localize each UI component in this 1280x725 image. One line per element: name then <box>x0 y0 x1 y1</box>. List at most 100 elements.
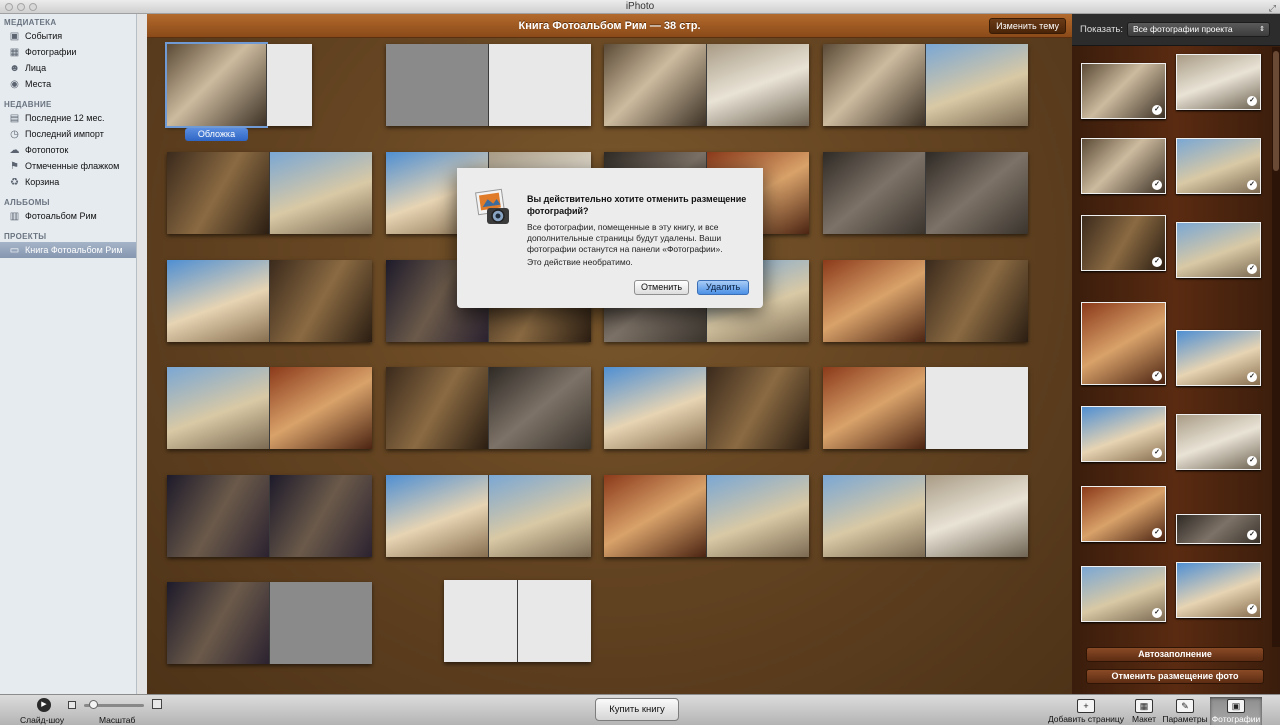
photo-thumbnail[interactable]: ✓ <box>1081 215 1166 271</box>
page-thumbnail[interactable] <box>269 582 372 664</box>
book-spread-back-cover[interactable] <box>444 580 591 662</box>
book-spread[interactable] <box>823 475 1028 557</box>
photo-thumbnail[interactable]: ✓ <box>1176 562 1261 618</box>
book-spread[interactable] <box>604 44 809 126</box>
sidebar-item-album-rome[interactable]: ▥ Фотоальбом Рим <box>0 208 136 224</box>
photo-thumbnail[interactable]: ✓ <box>1176 54 1261 110</box>
book-spread[interactable] <box>167 582 372 664</box>
fullscreen-icon[interactable]: ⤢ <box>1269 1 1276 15</box>
sidebar-item-places[interactable]: ◉ Места <box>0 76 136 92</box>
zoom-out-icon[interactable] <box>68 701 76 709</box>
photo-thumbnail[interactable]: ✓ <box>1176 514 1261 544</box>
options-button[interactable]: ✎ Параметры <box>1162 697 1208 725</box>
photos-panel-scrollbar[interactable] <box>1272 47 1280 647</box>
page-thumbnail[interactable] <box>925 152 1028 234</box>
book-spread[interactable] <box>386 475 591 557</box>
book-spread[interactable] <box>167 475 372 557</box>
page-thumbnail[interactable] <box>823 260 925 342</box>
photo-thumbnail[interactable]: ✓ <box>1176 222 1261 278</box>
page-thumbnail[interactable] <box>269 152 372 234</box>
photo-thumbnail[interactable]: ✓ <box>1081 486 1166 542</box>
page-thumbnail[interactable] <box>386 475 488 557</box>
page-thumbnail[interactable] <box>823 152 925 234</box>
buy-book-button[interactable]: Купить книгу <box>595 698 679 721</box>
page-thumbnail[interactable] <box>925 260 1028 342</box>
sidebar-item-photostream[interactable]: ☁ Фотопоток <box>0 142 136 158</box>
photo-thumbnail[interactable]: ✓ <box>1081 566 1166 622</box>
sidebar-splitter[interactable] <box>137 14 147 694</box>
page-thumbnail[interactable] <box>925 367 1028 449</box>
photo-thumbnail[interactable]: ✓ <box>1176 138 1261 194</box>
page-thumbnail[interactable] <box>167 260 269 342</box>
show-filter-select[interactable]: Все фотографии проекта ⇕ <box>1127 22 1270 37</box>
book-spread[interactable] <box>604 475 809 557</box>
cancel-button[interactable]: Отменить <box>634 280 689 295</box>
page-thumbnail[interactable] <box>925 475 1028 557</box>
sidebar-item-events[interactable]: ▣ События <box>0 28 136 44</box>
page-thumbnail[interactable] <box>266 44 312 126</box>
page-thumbnail[interactable] <box>167 152 269 234</box>
zoom-in-icon[interactable] <box>152 699 162 709</box>
book-spread[interactable] <box>386 44 591 126</box>
page-thumbnail[interactable] <box>925 44 1028 126</box>
sidebar-item-trash[interactable]: ♻ Корзина <box>0 174 136 190</box>
page-thumbnail[interactable] <box>386 367 488 449</box>
book-spread[interactable] <box>823 367 1028 449</box>
page-thumbnail[interactable] <box>823 44 925 126</box>
page-thumbnail[interactable] <box>604 44 706 126</box>
photo-thumbnail[interactable]: ✓ <box>1081 63 1166 119</box>
page-thumbnail[interactable] <box>604 475 706 557</box>
page-thumbnail[interactable] <box>269 475 372 557</box>
sidebar-item-book-rome[interactable]: ▭ Книга Фотоальбом Рим <box>0 242 136 258</box>
book-spread[interactable] <box>167 152 372 234</box>
delete-button[interactable]: Удалить <box>697 280 749 295</box>
page-thumbnail[interactable] <box>706 367 809 449</box>
add-page-button[interactable]: + Добавить страницу <box>1046 697 1126 725</box>
photo-thumbnail[interactable]: ✓ <box>1176 414 1261 470</box>
page-thumbnail[interactable] <box>517 580 591 662</box>
book-spread[interactable] <box>167 260 372 342</box>
page-thumbnail[interactable] <box>167 475 269 557</box>
sidebar-item-last-12-months[interactable]: ▤ Последние 12 мес. <box>0 110 136 126</box>
book-spread[interactable] <box>386 367 591 449</box>
book-spread[interactable] <box>823 260 1028 342</box>
close-window-button[interactable] <box>5 3 13 11</box>
photos-button[interactable]: ▣ Фотографии <box>1210 697 1262 725</box>
slideshow-button[interactable]: ▶ <box>37 698 51 712</box>
page-thumbnail[interactable] <box>167 367 269 449</box>
page-thumbnail[interactable] <box>488 475 591 557</box>
photo-thumbnail[interactable]: ✓ <box>1081 302 1166 385</box>
page-thumbnail[interactable] <box>269 367 372 449</box>
page-thumbnail[interactable] <box>706 475 809 557</box>
photo-thumbnail[interactable]: ✓ <box>1081 406 1166 462</box>
page-thumbnail[interactable] <box>823 367 925 449</box>
scrollbar-thumb[interactable] <box>1273 51 1279 171</box>
book-spread[interactable] <box>823 152 1028 234</box>
page-thumbnail[interactable] <box>444 580 517 662</box>
page-thumbnail[interactable] <box>823 475 925 557</box>
page-thumbnail[interactable] <box>604 367 706 449</box>
photo-thumbnail[interactable]: ✓ <box>1081 138 1166 194</box>
photo-thumbnail[interactable]: ✓ <box>1176 330 1261 386</box>
page-thumbnail[interactable] <box>164 42 269 128</box>
unplace-photos-button[interactable]: Отменить размещение фото <box>1086 669 1264 684</box>
zoom-slider-knob[interactable] <box>89 700 99 709</box>
minimize-window-button[interactable] <box>17 3 25 11</box>
sidebar-item-photos[interactable]: ▦ Фотографии <box>0 44 136 60</box>
sidebar-item-faces[interactable]: ☻ Лица <box>0 60 136 76</box>
page-thumbnail[interactable] <box>488 367 591 449</box>
book-spread[interactable] <box>823 44 1028 126</box>
page-thumbnail[interactable] <box>167 582 269 664</box>
autofill-button[interactable]: Автозаполнение <box>1086 647 1264 662</box>
page-thumbnail[interactable] <box>706 44 809 126</box>
page-thumbnail[interactable] <box>269 260 372 342</box>
book-spread[interactable] <box>167 367 372 449</box>
change-theme-button[interactable]: Изменить тему <box>989 18 1066 34</box>
layout-button[interactable]: ▦ Макет <box>1128 697 1160 725</box>
page-thumbnail[interactable] <box>386 44 488 126</box>
book-spread-cover[interactable] <box>164 42 312 128</box>
book-spread[interactable] <box>604 367 809 449</box>
sidebar-item-last-import[interactable]: ◷ Последний импорт <box>0 126 136 142</box>
page-thumbnail[interactable] <box>488 44 591 126</box>
zoom-window-button[interactable] <box>29 3 37 11</box>
